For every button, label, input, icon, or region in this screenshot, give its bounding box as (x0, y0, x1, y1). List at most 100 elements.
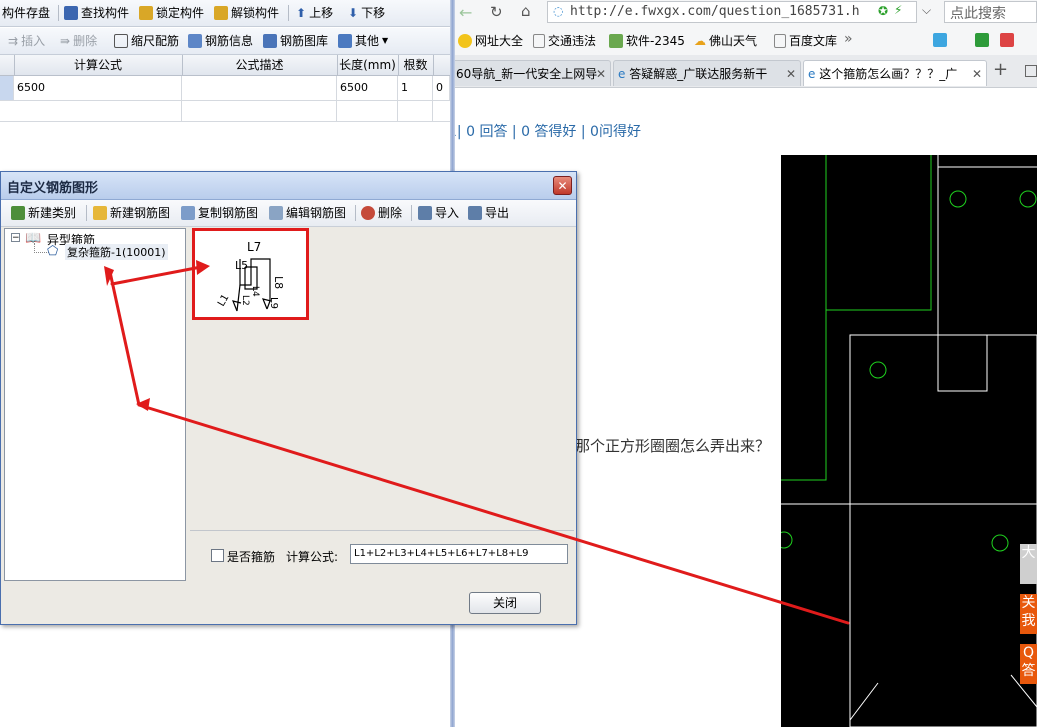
tab-nav[interactable]: 60导航_新一代安全上网导 ✕ (455, 60, 611, 86)
bookmark-item[interactable]: 软件-2345 (609, 32, 685, 49)
save-component-button[interactable]: 构件存盘 (2, 4, 50, 22)
page-icon (533, 33, 545, 48)
tab-question[interactable]: e 这个箍筋怎么画？？？_广 ✕ (803, 60, 987, 86)
dialog-title: 自定义钢筋图形 (7, 181, 99, 196)
bookmark-item[interactable]: ☁ 佛山天气 (694, 32, 757, 49)
cell-extra[interactable]: 0 (433, 76, 450, 100)
reader-icon[interactable] (975, 33, 989, 50)
label-l1: L1 (216, 293, 231, 309)
move-up-button[interactable]: ⬆ 上移 (296, 4, 333, 22)
new-shape-icon (93, 206, 107, 220)
toolbar-separator (288, 5, 289, 21)
delete-icon (361, 206, 375, 220)
address-bar-row: ← ↻ ⌂ ◌ http://e.fwxgx.com/question_1685… (455, 0, 1037, 28)
insert-icon: ⇉ (8, 34, 19, 48)
side-widget-qq[interactable]: Q 答 (1020, 644, 1037, 684)
bookmark-item[interactable]: 交通违法 (533, 32, 596, 49)
label-l2: L2 (240, 295, 250, 306)
close-dialog-button[interactable]: 关闭 (469, 592, 541, 614)
binoculars-icon (64, 6, 78, 20)
search-input[interactable]: 点此搜索 (944, 1, 1037, 23)
other-menu-button[interactable]: 其他 ▼ (338, 32, 388, 50)
insert-button[interactable]: ⇉ 插入 (8, 32, 45, 50)
copy-rebar-shape-button[interactable]: 复制钢筋图 (181, 204, 258, 222)
ie-icon: e (808, 67, 816, 81)
delete-shape-button[interactable]: 删除 (361, 204, 402, 222)
lock-component-button[interactable]: 锁定构件 (139, 4, 204, 22)
bookmark-item[interactable]: 百度文库 (774, 32, 837, 49)
refresh-icon[interactable]: ↻ (490, 3, 503, 21)
restore-icon[interactable] (1025, 65, 1037, 77)
collapse-icon[interactable]: − (11, 233, 20, 243)
close-icon[interactable]: ✕ (596, 61, 606, 86)
new-category-button[interactable]: 新建类别 (11, 204, 76, 222)
info-icon (188, 34, 202, 48)
stirrup-checkbox[interactable] (211, 549, 224, 562)
copy-icon (181, 206, 195, 220)
cad-screenshot (781, 155, 1037, 727)
dialog-close-button[interactable]: ✕ (553, 176, 572, 195)
bookmark-item[interactable]: 网址大全 (458, 32, 523, 49)
new-rebar-shape-button[interactable]: 新建钢筋图 (93, 204, 170, 222)
move-down-button[interactable]: ⬇ 下移 (348, 4, 385, 22)
library-icon (263, 34, 277, 48)
tree-child-label[interactable]: 复杂箍筋-1(10001) (65, 244, 168, 260)
cad-drawing (781, 155, 1037, 727)
page-icon (774, 33, 786, 48)
delete-row-button[interactable]: ⇛ 删除 (60, 32, 97, 50)
globe-icon: ◌ (553, 4, 564, 18)
header-description: 公式描述 (182, 55, 338, 75)
cell-length[interactable]: 6500 (337, 76, 398, 100)
rebar-library-button[interactable]: 钢筋图库 (263, 32, 328, 50)
unlock-icon (214, 6, 228, 20)
toolbar-separator (58, 5, 59, 21)
new-tab-button[interactable]: + (993, 59, 1008, 80)
cell-formula[interactable]: 6500 (14, 76, 182, 100)
rebar-thumbnail[interactable]: L7 L5 L4 L8 L9 L1 L2 (192, 228, 309, 320)
cell-description[interactable] (182, 76, 337, 100)
recycle-icon: ✪ (878, 4, 889, 18)
chevron-down-icon: ▼ (382, 36, 389, 45)
toolbar-separator (86, 205, 87, 221)
back-icon[interactable]: ← (459, 3, 472, 22)
rebar-toolbar: ⇉ 插入 ⇛ 删除 缩尺配筋 钢筋信息 钢筋图库 其他 ▼ (0, 28, 450, 55)
close-icon: ✕ (557, 179, 568, 193)
pdf-icon[interactable] (1000, 33, 1014, 50)
ie-icon: e (618, 67, 626, 81)
stirrup-shape: L7 L5 L4 L8 L9 L1 L2 (216, 240, 285, 312)
scale-rebar-button[interactable]: 缩尺配筋 (114, 32, 179, 50)
find-component-button[interactable]: 查找构件 (64, 4, 129, 22)
component-toolbar: 构件存盘 查找构件 锁定构件 解锁构件 ⬆ 上移 ⬇ 下移 (0, 0, 450, 27)
url-input[interactable]: ◌ http://e.fwxgx.com/question_1685731.h … (547, 1, 917, 23)
close-icon[interactable]: ✕ (972, 61, 982, 86)
close-icon[interactable]: ✕ (786, 61, 796, 86)
unlock-component-button[interactable]: 解锁构件 (214, 4, 279, 22)
checkbox-label: 是否箍筋 (227, 550, 276, 564)
label-l9: L9 (268, 297, 279, 309)
weather-icon: ☁ (694, 33, 706, 48)
edit-rebar-shape-button[interactable]: 编辑钢筋图 (269, 204, 346, 222)
apps-icon[interactable] (933, 33, 947, 50)
more-bookmarks-button[interactable]: » (844, 31, 853, 47)
table-row[interactable] (0, 101, 450, 122)
arrow-up-icon: ⬆ (296, 6, 307, 20)
rebar-info-button[interactable]: 钢筋信息 (188, 32, 253, 50)
formula-input[interactable]: L1+L2+L3+L4+L5+L6+L7+L8+L9 (350, 544, 568, 564)
ruler-icon (114, 34, 128, 48)
custom-rebar-dialog: 自定义钢筋图形 ✕ 新建类别 新建钢筋图 复制钢筋图 编辑钢筋图 删除 导入 导… (0, 171, 577, 625)
side-widget-follow[interactable]: 关 我 (1020, 594, 1037, 634)
table-row[interactable]: 6500 6500 1 0 (0, 76, 450, 101)
cell-count[interactable]: 1 (398, 76, 433, 100)
label-l4: L4 (250, 286, 260, 297)
tab-help[interactable]: e 答疑解惑_广联达服务新干 ✕ (613, 60, 801, 86)
import-button[interactable]: 导入 (418, 204, 459, 222)
header-count: 根数 (398, 55, 434, 75)
dropdown-icon[interactable]: ⌵ (922, 3, 931, 18)
header-length: 长度(mm) (337, 55, 399, 75)
category-tree: − 📖 异型箍筋 ⬠ 复杂箍筋-1(10001) (4, 228, 186, 581)
home-icon[interactable]: ⌂ (521, 2, 531, 20)
side-widget-font[interactable]: 大 (1020, 544, 1037, 584)
export-button[interactable]: 导出 (468, 204, 509, 222)
label-l8: L8 (272, 276, 285, 289)
dialog-title-bar[interactable]: 自定义钢筋图形 ✕ (1, 172, 576, 200)
